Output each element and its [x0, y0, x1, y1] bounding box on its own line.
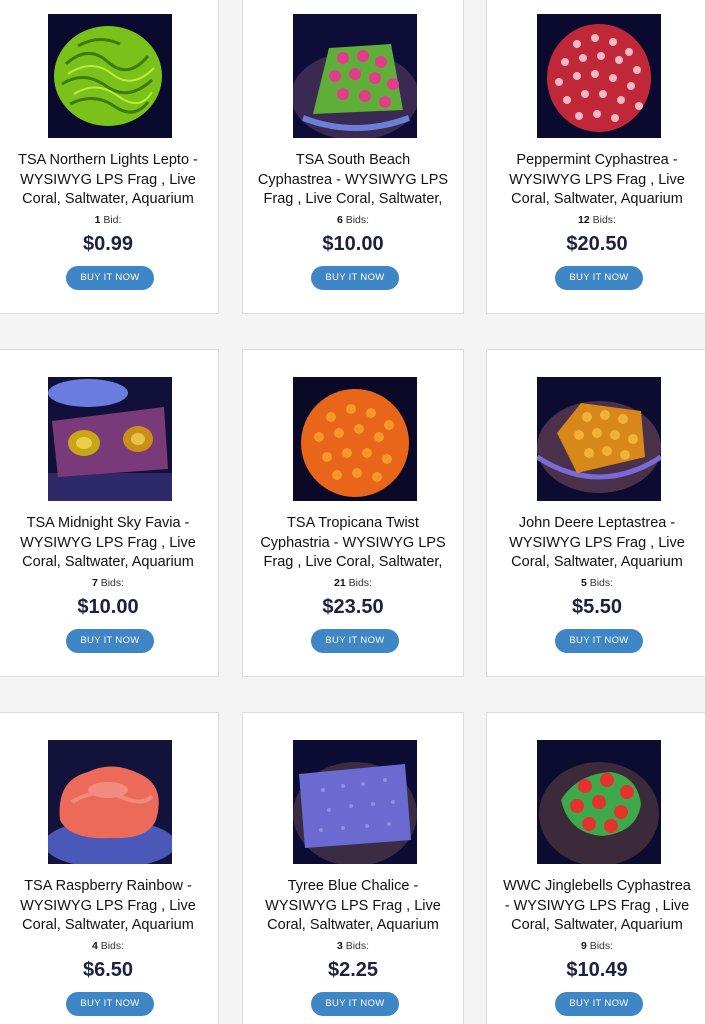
product-image[interactable]: [537, 377, 661, 501]
bid-label: Bids:: [589, 940, 614, 952]
product-card[interactable]: Tyree Blue Chalice - WYSIWYG LPS Frag , …: [242, 712, 464, 1024]
product-price: $2.25: [327, 959, 379, 981]
bid-count: 4 Bids:: [0, 940, 218, 952]
product-price: $10.49: [566, 959, 628, 981]
product-image[interactable]: [48, 740, 172, 864]
product-image[interactable]: [293, 740, 417, 864]
product-card[interactable]: John Deere Leptastrea - WYSIWYG LPS Frag…: [486, 349, 705, 677]
bid-count-number: 4: [91, 940, 98, 952]
product-image[interactable]: [537, 740, 661, 864]
buy-it-now-button[interactable]: BUY IT NOW: [555, 266, 643, 290]
product-price: $23.50: [322, 596, 384, 618]
product-title[interactable]: TSA Northern Lights Lepto - WYSIWYG LPS …: [12, 151, 204, 210]
product-card[interactable]: TSA Northern Lights Lepto - WYSIWYG LPS …: [0, 0, 219, 314]
product-card[interactable]: TSA South Beach Cyphastrea - WYSIWYG LPS…: [242, 0, 464, 314]
bid-count: 1 Bid:: [0, 214, 218, 226]
product-title[interactable]: John Deere Leptastrea - WYSIWYG LPS Frag…: [501, 514, 693, 573]
buy-it-now-button[interactable]: BUY IT NOW: [311, 992, 399, 1016]
bid-label: Bids:: [589, 577, 614, 589]
bid-label: Bids:: [592, 214, 616, 226]
bid-label: Bids:: [348, 577, 372, 589]
bid-count-number: 5: [580, 577, 587, 589]
bid-count-number: 6: [336, 214, 343, 226]
bid-count-number: 21: [334, 577, 346, 589]
product-title[interactable]: WWC Jinglebells Cyphastrea - WYSIWYG LPS…: [501, 877, 693, 936]
bid-label: Bid:: [103, 214, 122, 226]
product-card[interactable]: Peppermint Cyphastrea - WYSIWYG LPS Frag…: [486, 0, 705, 314]
buy-it-now-button[interactable]: BUY IT NOW: [311, 266, 399, 290]
bid-count-number: 9: [580, 940, 587, 952]
bid-count: 12 Bids:: [487, 214, 705, 226]
product-title[interactable]: Tyree Blue Chalice - WYSIWYG LPS Frag , …: [257, 877, 449, 936]
buy-it-now-button[interactable]: BUY IT NOW: [66, 629, 154, 653]
product-image[interactable]: [537, 14, 661, 138]
product-title[interactable]: TSA Midnight Sky Favia - WYSIWYG LPS Fra…: [12, 514, 204, 573]
product-card[interactable]: TSA Tropicana Twist Cyphastria - WYSIWYG…: [242, 349, 464, 677]
buy-it-now-button[interactable]: BUY IT NOW: [66, 992, 154, 1016]
product-price: $20.50: [566, 233, 628, 255]
bid-label: Bids:: [345, 214, 370, 226]
bid-count: 7 Bids:: [0, 577, 218, 589]
bid-count: 9 Bids:: [487, 940, 705, 952]
buy-it-now-button[interactable]: BUY IT NOW: [311, 629, 399, 653]
product-price: $10.00: [77, 596, 139, 618]
product-image[interactable]: [293, 377, 417, 501]
bid-count: 3 Bids:: [243, 940, 463, 952]
product-card[interactable]: WWC Jinglebells Cyphastrea - WYSIWYG LPS…: [486, 712, 705, 1024]
product-price: $0.99: [82, 233, 134, 255]
bid-count-number: 12: [578, 214, 590, 226]
product-card[interactable]: TSA Midnight Sky Favia - WYSIWYG LPS Fra…: [0, 349, 219, 677]
bid-label: Bids:: [100, 940, 125, 952]
bid-count: 21 Bids:: [243, 577, 463, 589]
product-price: $6.50: [82, 959, 134, 981]
buy-it-now-button[interactable]: BUY IT NOW: [555, 629, 643, 653]
product-card[interactable]: TSA Raspberry Rainbow - WYSIWYG LPS Frag…: [0, 712, 219, 1024]
bid-count-number: 7: [91, 577, 98, 589]
bid-count-number: 1: [94, 214, 101, 226]
product-title[interactable]: TSA Raspberry Rainbow - WYSIWYG LPS Frag…: [12, 877, 204, 936]
product-image[interactable]: [293, 14, 417, 138]
buy-it-now-button[interactable]: BUY IT NOW: [66, 266, 154, 290]
product-price: $10.00: [322, 233, 384, 255]
product-price: $5.50: [571, 596, 623, 618]
bid-count: 6 Bids:: [243, 214, 463, 226]
product-image[interactable]: [48, 14, 172, 138]
bid-count: 5 Bids:: [487, 577, 705, 589]
bid-label: Bids:: [345, 940, 370, 952]
product-image[interactable]: [48, 377, 172, 501]
product-title[interactable]: TSA Tropicana Twist Cyphastria - WYSIWYG…: [257, 514, 449, 573]
bid-count-number: 3: [336, 940, 343, 952]
buy-it-now-button[interactable]: BUY IT NOW: [555, 992, 643, 1016]
product-title[interactable]: TSA South Beach Cyphastrea - WYSIWYG LPS…: [257, 151, 449, 210]
product-title[interactable]: Peppermint Cyphastrea - WYSIWYG LPS Frag…: [501, 151, 693, 210]
bid-label: Bids:: [100, 577, 125, 589]
